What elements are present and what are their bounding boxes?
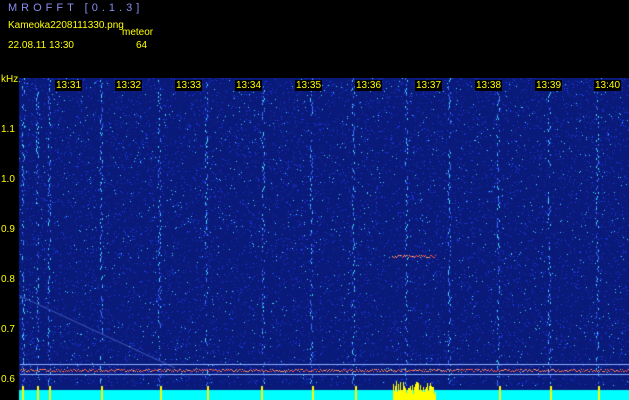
frequency-tick: 1.0: [1, 174, 15, 185]
frequency-tick: 0.8: [1, 274, 15, 285]
time-tick: 13:37: [415, 80, 443, 91]
time-tick: 13:34: [235, 80, 263, 91]
time-tick: 13:40: [594, 80, 622, 91]
time-tick: 13:35: [295, 80, 323, 91]
file-name: Kameoka2208111330.png: [8, 20, 124, 31]
meteor-count: 64: [136, 40, 148, 51]
time-tick: 13:33: [175, 80, 203, 91]
frequency-tick: 0.6: [1, 374, 15, 385]
date-time: 22.08.11 13:30: [8, 40, 74, 51]
frequency-tick: 1.1: [1, 124, 15, 135]
time-tick: 13:32: [115, 80, 143, 91]
time-tick: 13:39: [535, 80, 563, 91]
time-tick: 13:31: [55, 80, 83, 91]
frequency-tick: 0.9: [1, 224, 15, 235]
spectrogram-canvas[interactable]: [0, 78, 629, 400]
frequency-unit-label: kHz: [1, 74, 19, 85]
time-tick: 13:38: [475, 80, 503, 91]
time-tick: 13:36: [355, 80, 383, 91]
app-title: MROFFT [0.1.3]: [8, 2, 144, 14]
frequency-tick: 0.7: [1, 324, 15, 335]
meteor-label: meteor: [122, 27, 154, 38]
